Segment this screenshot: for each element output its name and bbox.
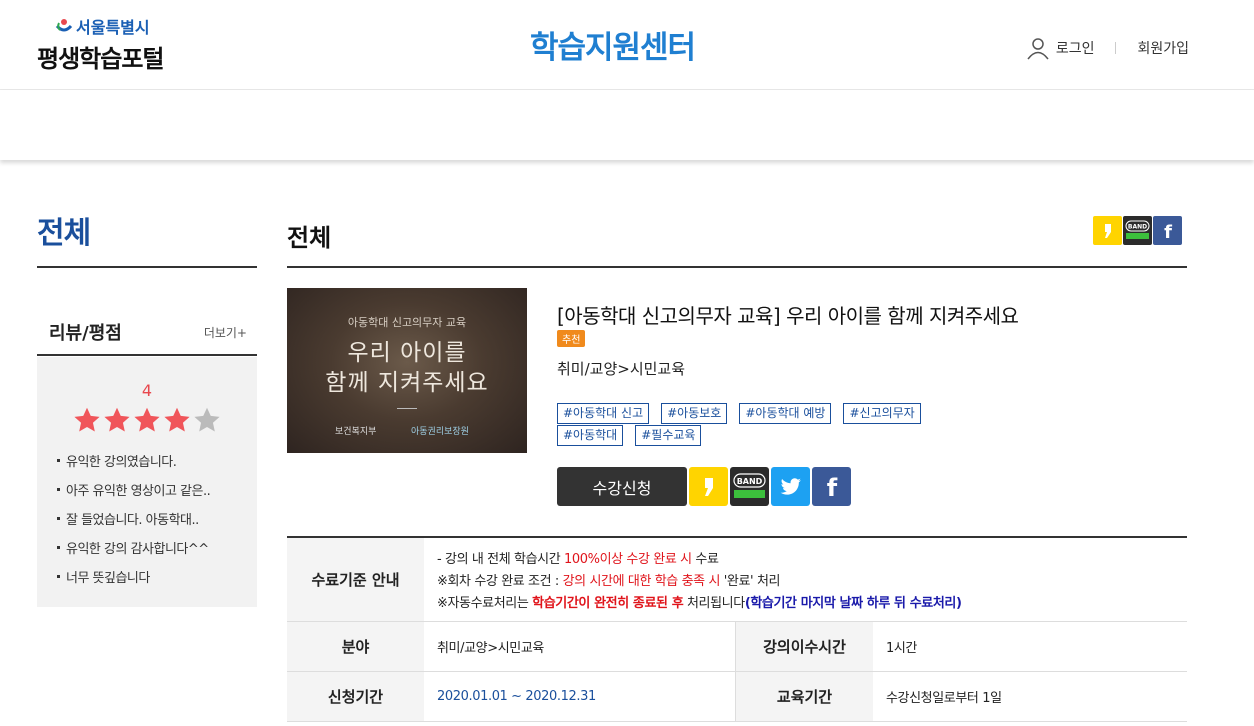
tag[interactable]: #필수교육 [635,425,702,446]
signup-link[interactable]: 회원가입 [1137,38,1189,58]
user-icon [1027,38,1049,60]
tag[interactable]: #아동학대 예방 [739,403,832,424]
review-text: 너무 뜻깊습니다 [66,571,150,586]
review-text: 잘 들었습니다. 아동학대.. [66,513,199,528]
svg-text:f: f [1164,222,1172,241]
tag[interactable]: #아동학대 [557,425,624,446]
divider [37,266,257,268]
divider [287,266,1187,268]
course-thumbnail[interactable]: 아동학대 신고의무자 교육 우리 아이를 함께 지켜주세요 보건복지부 아동권리… [287,288,527,453]
kakaostory-icon[interactable] [689,467,728,506]
table-row: 수료기준 안내 - 강의 내 전체 학습시간 100%이상 수강 완료 시 수료… [287,538,1187,622]
facebook-icon[interactable]: f [812,467,851,506]
table-header: 신청기간 [287,672,424,721]
table-header: 강의이수시간 [736,622,873,671]
thumbnail-org: 보건복지부 [335,427,377,437]
star-filled-icon [134,407,160,432]
notice-line: ※회차 수강 완료 조건 : 강의 시간에 대한 학습 충족 시 '완료' 처리 [437,574,781,589]
apply-period: 2020.01.01 ~ 2020.12.31 [424,672,736,721]
review-item[interactable]: 잘 들었습니다. 아동학대.. [57,504,257,533]
login-link[interactable]: 로그인 [1026,36,1095,60]
table-header: 교육기간 [736,672,873,721]
notice-line: - 강의 내 전체 학습시간 100%이상 수강 완료 시 수료 [437,552,719,567]
course-actions: 수강신청 BAND f [557,467,851,506]
enroll-button[interactable]: 수강신청 [557,467,687,506]
svg-text:f: f [826,474,837,500]
completion-notice: - 강의 내 전체 학습시간 100%이상 수강 완료 시 수료 ※회차 수강 … [424,538,1187,621]
review-title: 리뷰/평점 [49,323,122,344]
review-item[interactable]: 유익한 강의 감사합니다^^ [57,533,257,562]
tag[interactable]: #신고의무자 [843,403,921,424]
course-info-table: 수료기준 안내 - 강의 내 전체 학습시간 100%이상 수강 완료 시 수료… [287,536,1187,722]
login-label: 로그인 [1055,41,1095,57]
table-header: 수료기준 안내 [287,538,424,621]
review-more-link[interactable]: 더보기+ [204,324,247,341]
review-header: 리뷰/평점 더보기+ [37,310,257,356]
nav-bar [0,90,1254,160]
thumbnail-headline: 우리 아이를 함께 지켜주세요 [287,338,527,398]
course-title: [아동학대 신고의무자 교육] 우리 아이를 함께 지켜주세요 [557,304,1019,328]
hours-value: 1시간 [886,641,917,656]
band-label: BAND [737,477,763,486]
divider [1115,42,1117,54]
review-item[interactable]: 너무 뜻깊습니다 [57,562,257,591]
twitter-icon[interactable] [771,467,810,506]
table-row: 분야 취미/교양>시민교육 강의이수시간 1시간 [287,622,1187,672]
kakaostory-icon[interactable] [1093,216,1122,245]
review-text: 아주 유익한 영상이고 같은.. [66,484,211,499]
thumbnail-org: 아동권리보장원 [411,427,469,437]
notice-line: ※자동수료처리는 학습기간이 완전히 종료된 후 처리됩니다(학습기간 마지막 … [437,596,962,611]
tag[interactable]: #아동보호 [661,403,728,424]
field-value: 취미/교양>시민교육 [424,622,736,671]
star-empty-icon [194,407,220,432]
star-filled-icon [164,407,190,432]
svg-text:BAND: BAND [1128,224,1147,231]
recommend-badge: 추천 [557,330,586,347]
star-filled-icon [74,407,100,432]
thumbnail-subtitle: 아동학대 신고의무자 교육 [347,316,467,329]
rating-stars [37,406,257,434]
edu-period: 수강신청일로부터 1일 [886,691,1002,706]
course-category: 취미/교양>시민교육 [557,360,686,378]
thumbnail-line: 우리 아이를 [347,340,467,366]
review-text: 유익한 강의 감사합니다^^ [66,542,209,557]
star-filled-icon [104,407,130,432]
review-list: 유익한 강의였습니다. 아주 유익한 영상이고 같은.. 잘 들었습니다. 아동… [37,446,257,591]
share-buttons: BAND f [1093,216,1182,245]
divider [397,408,417,409]
band-icon[interactable]: BAND [730,467,769,506]
table-header: 분야 [287,622,424,671]
tag-list: #아동학대 신고 #아동보호 #아동학대 예방 #신고의무자 #아동학대 #필수… [557,403,997,447]
site-header: 서울특별시 평생학습포털 학습지원센터 로그인 회원가입 [0,0,1254,90]
sidebar-title: 전체 [37,216,91,251]
review-text: 유익한 강의였습니다. [66,455,177,470]
page-title: 전체 [287,224,332,252]
thumbnail-line: 함께 지켜주세요 [325,370,489,396]
review-panel: 4 유익한 강의였습니다. 아주 유익한 영상이고 같은.. 잘 들었습니다. … [37,357,257,607]
facebook-icon[interactable]: f [1153,216,1182,245]
table-row: 신청기간 2020.01.01 ~ 2020.12.31 교육기간 수강신청일로… [287,672,1187,722]
rating-score: 4 [141,381,153,400]
review-item[interactable]: 유익한 강의였습니다. [57,446,257,475]
review-item[interactable]: 아주 유익한 영상이고 같은.. [57,475,257,504]
auth-links: 로그인 회원가입 [1026,36,1189,60]
tag[interactable]: #아동학대 신고 [557,403,650,424]
band-icon[interactable]: BAND [1123,216,1152,245]
